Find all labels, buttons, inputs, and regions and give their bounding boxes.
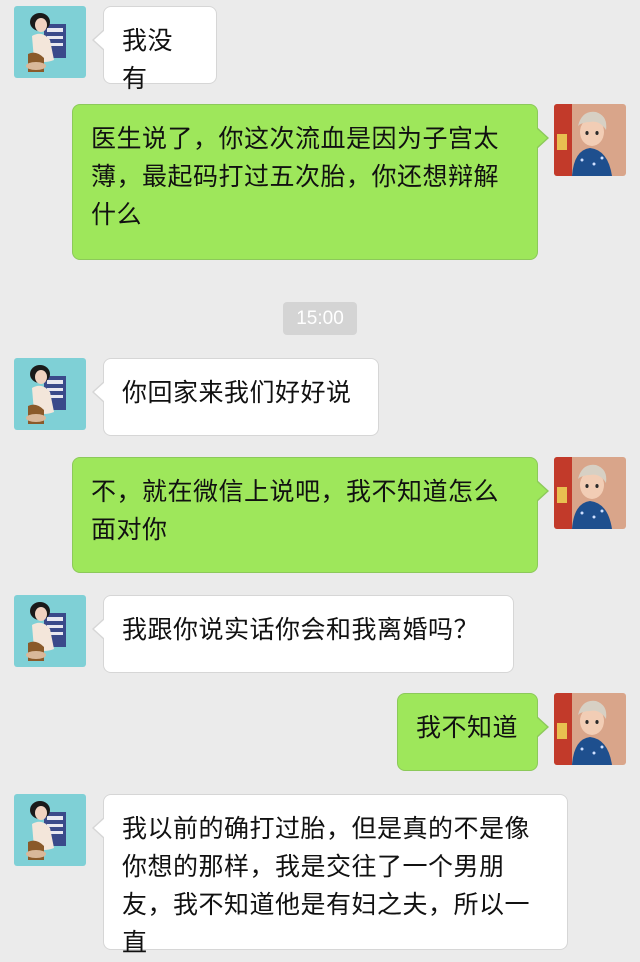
man-portrait-avatar-icon[interactable] [554, 104, 626, 176]
woman-portrait-avatar-icon[interactable] [14, 794, 86, 866]
woman-portrait-avatar-icon[interactable] [14, 6, 86, 78]
outgoing-message[interactable]: 我不知道 [397, 693, 549, 771]
woman-portrait-avatar-icon[interactable] [14, 595, 86, 667]
incoming-message[interactable]: 我没有 [92, 6, 217, 93]
incoming-message[interactable]: 你回家来我们好好说 [92, 358, 379, 436]
man-portrait-avatar-icon[interactable] [554, 457, 626, 529]
man-portrait-avatar-icon[interactable] [554, 693, 626, 765]
outgoing-message[interactable]: 不，就在微信上说吧，我不知道怎么面对你 [72, 457, 549, 573]
woman-portrait-avatar-icon[interactable] [14, 358, 86, 430]
timestamp-badge: 15:00 [283, 302, 357, 335]
outgoing-message[interactable]: 医生说了，你这次流血是因为子宫太薄，最起码打过五次胎，你还想辩解什么 [72, 104, 549, 260]
incoming-message[interactable]: 我以前的确打过胎，但是真的不是像你想的那样，我是交往了一个男朋友，我不知道他是有… [92, 794, 568, 957]
incoming-message[interactable]: 我跟你说实话你会和我离婚吗？ [92, 595, 514, 673]
